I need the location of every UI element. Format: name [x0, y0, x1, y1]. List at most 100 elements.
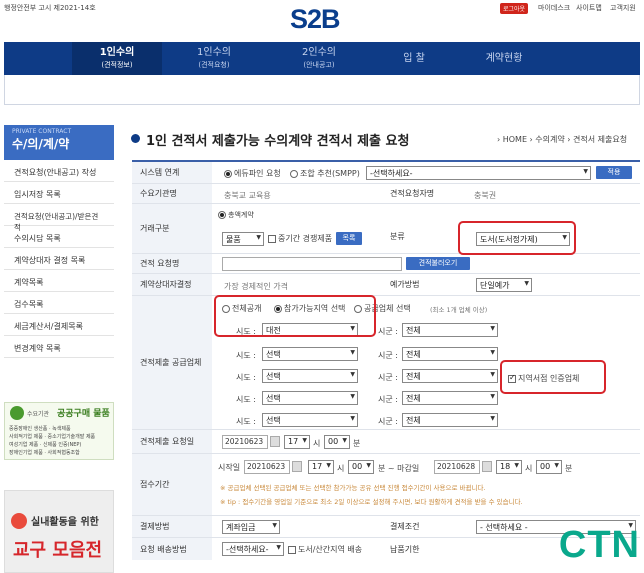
sidebar-header: PRIVATE CONTRACT 수/의/계/약: [4, 125, 114, 160]
hour-select[interactable]: 17: [284, 435, 310, 449]
calendar-icon[interactable]: [270, 436, 280, 447]
system-select[interactable]: -선택하세요-: [366, 166, 591, 180]
price-method-select[interactable]: 단일예가: [476, 278, 532, 292]
nav-tab-sub: (견적요청): [198, 61, 230, 69]
field-label: 수요기관명: [132, 184, 212, 203]
radio-edufine[interactable]: 에듀파인 요청: [224, 168, 281, 179]
field-label: 견적제출 공급업체: [132, 296, 212, 429]
sido-label: 시도 :: [236, 351, 256, 360]
field-label: 예가방법: [382, 274, 472, 295]
period-note-2: ※ tip : 접수기간을 영업일 기준으로 최소 2일 이상으로 설정해 주시…: [220, 498, 523, 506]
checkbox-label: 도서/산간지역 배송: [298, 545, 363, 554]
nav-tab-2[interactable]: 1인수의 (견적요청): [174, 42, 254, 75]
banner-line: 여성기업 제품 · 신제품 인증(NEP): [9, 442, 82, 448]
sub-nav-band: [4, 75, 640, 105]
sido-select[interactable]: 선택: [262, 347, 358, 361]
start-date-input[interactable]: 20210623: [244, 460, 290, 474]
sidebar-header-en: PRIVATE CONTRACT: [12, 128, 72, 135]
sigun-label: 시군 :: [378, 417, 398, 426]
sido-select[interactable]: 선택: [262, 369, 358, 383]
radio-smpp[interactable]: 조합 추천(SMPP): [290, 168, 360, 179]
list-button[interactable]: 목록: [336, 232, 362, 245]
payment-method-select[interactable]: 계좌입금: [222, 520, 280, 534]
sigun-select[interactable]: 전체: [402, 369, 498, 383]
end-minute-select[interactable]: 00: [536, 460, 562, 474]
radio-icon: [218, 211, 226, 219]
field-label: 견적제출 요청일: [132, 430, 212, 453]
calendar-icon[interactable]: [482, 461, 492, 472]
toy-banner[interactable]: 실내활동을 위한 교구 모음전: [4, 490, 114, 573]
field-label: 계약상대자결정: [132, 274, 212, 295]
sidebar-header-ko: 수/의/계/약: [12, 137, 70, 151]
nav-tab-3[interactable]: 2인수의 (안내공고): [274, 42, 364, 75]
notice-text: 행정안전부 고시 제2021-14호: [4, 4, 96, 12]
nav-tab-sub: (견적정보): [101, 61, 133, 69]
date-input[interactable]: 20210623: [222, 435, 268, 449]
public-purchase-banner[interactable]: 수요기관 공공구매 물품 중증장애인 생산품 · 녹색제품 사회적기업 제품 ·…: [4, 402, 114, 460]
contract-method: 가장 경제적인 가격: [224, 282, 288, 291]
radio-icon: [224, 169, 232, 178]
sidebar-item[interactable]: 계약상대자 결정 목록: [4, 248, 114, 270]
field-label: 납품기한: [382, 538, 472, 560]
sido-select[interactable]: 선택: [262, 413, 358, 427]
request-form: 시스템 연계 에듀파인 요청 조합 추천(SMPP) -선택하세요- 적용 수요…: [132, 160, 640, 560]
delivery-select[interactable]: -선택하세요-: [222, 542, 284, 556]
sigun-label: 시군 :: [378, 351, 398, 360]
quote-name-input[interactable]: [222, 257, 402, 271]
sidebar-item[interactable]: 견적요청(안내공고) 작성: [4, 160, 114, 182]
org-name: 충북교 교육용: [224, 191, 271, 200]
sme-checkbox[interactable]: 중기간 경쟁제품: [268, 233, 332, 244]
end-hour-select[interactable]: 18: [496, 460, 522, 474]
form-row-quote: 견적 요청명 견적불러오기: [132, 254, 640, 274]
sigun-label: 시군 :: [378, 327, 398, 336]
form-row-org: 수요기관명 충북교 교육용 견적요청자명 충북권: [132, 184, 640, 204]
start-minute-select[interactable]: 00: [348, 460, 374, 474]
banner2-line1: 실내활동을 위한: [31, 517, 99, 528]
mydesk-link[interactable]: 마이데스크: [538, 3, 570, 13]
remote-delivery-checkbox[interactable]: 도서/산간지역 배송: [288, 544, 362, 555]
sidebar-item[interactable]: 견적요청(안내공고)/받은견적: [4, 204, 114, 232]
sidebar-item[interactable]: 세금계산서/결제목록: [4, 314, 114, 336]
start-hour-select[interactable]: 17: [308, 460, 334, 474]
calendar-icon[interactable]: [292, 461, 302, 472]
apply-button[interactable]: 적용: [596, 166, 632, 179]
form-row-date: 견적제출 요청일 20210623 17 시 00 분: [132, 430, 640, 454]
highlight-cert: [500, 360, 606, 394]
nav-tab-5[interactable]: 계약현황: [464, 42, 544, 75]
banner-big: 공공구매 물품: [57, 409, 110, 419]
s2b-logo[interactable]: S2B: [290, 4, 341, 35]
sido-select[interactable]: 선택: [262, 391, 358, 405]
support-link[interactable]: 고객지원: [610, 3, 636, 13]
radio-icon: [290, 169, 298, 178]
minute-unit: 분: [353, 439, 361, 448]
sigun-select[interactable]: 전체: [402, 413, 498, 427]
load-quote-button[interactable]: 견적불러오기: [406, 257, 470, 270]
highlight-category: [458, 221, 576, 255]
sigun-select[interactable]: 전체: [402, 347, 498, 361]
sidebar-item[interactable]: 검수목록: [4, 292, 114, 314]
sitemap-link[interactable]: 사이트맵: [576, 3, 602, 13]
nav-tab-1[interactable]: 1인수의 (견적정보): [72, 42, 162, 75]
sigun-select[interactable]: 전체: [402, 391, 498, 405]
logout-button[interactable]: 로그아웃: [500, 3, 529, 14]
main-nav: 1인수의 (견적정보) 1인수의 (견적요청) 2인수의 (안내공고) 입 찰 계약현…: [4, 42, 640, 75]
nav-tab-sub: (안내공고): [303, 61, 335, 69]
breadcrumb: › HOME › 수의계약 › 견적서 제출요청: [497, 135, 628, 144]
ctn-watermark: CTN: [558, 524, 640, 566]
sidebar-item[interactable]: 계약목록: [4, 270, 114, 292]
sigun-select[interactable]: 전체: [402, 323, 498, 337]
sidebar-item[interactable]: 임시저장 목록: [4, 182, 114, 204]
lump-sum-radio[interactable]: 총액계약: [218, 210, 254, 220]
form-row-period: 접수기간 시작일 20210623 17 시 00 분 ~ 마감일 202106…: [132, 454, 640, 516]
end-date-input[interactable]: 20210628: [434, 460, 480, 474]
sidebar-item[interactable]: 변경계약 목록: [4, 336, 114, 358]
banner-lines: 중증장애인 생산품 · 녹색제품 사회적기업 제품 · 중소기업기술개발 제품 …: [9, 425, 95, 457]
goods-select[interactable]: 물품: [222, 232, 264, 246]
nav-tab-4[interactable]: 입 찰: [384, 42, 444, 75]
start-label: 시작일: [218, 463, 241, 472]
page-title: 1인 견적서 제출가능 수의계약 견적서 제출 요청: [146, 134, 410, 149]
checkbox-icon: [288, 545, 296, 554]
leaf-icon: [10, 406, 24, 420]
field-label: 결제방법: [132, 516, 212, 537]
minute-select[interactable]: 00: [324, 435, 350, 449]
